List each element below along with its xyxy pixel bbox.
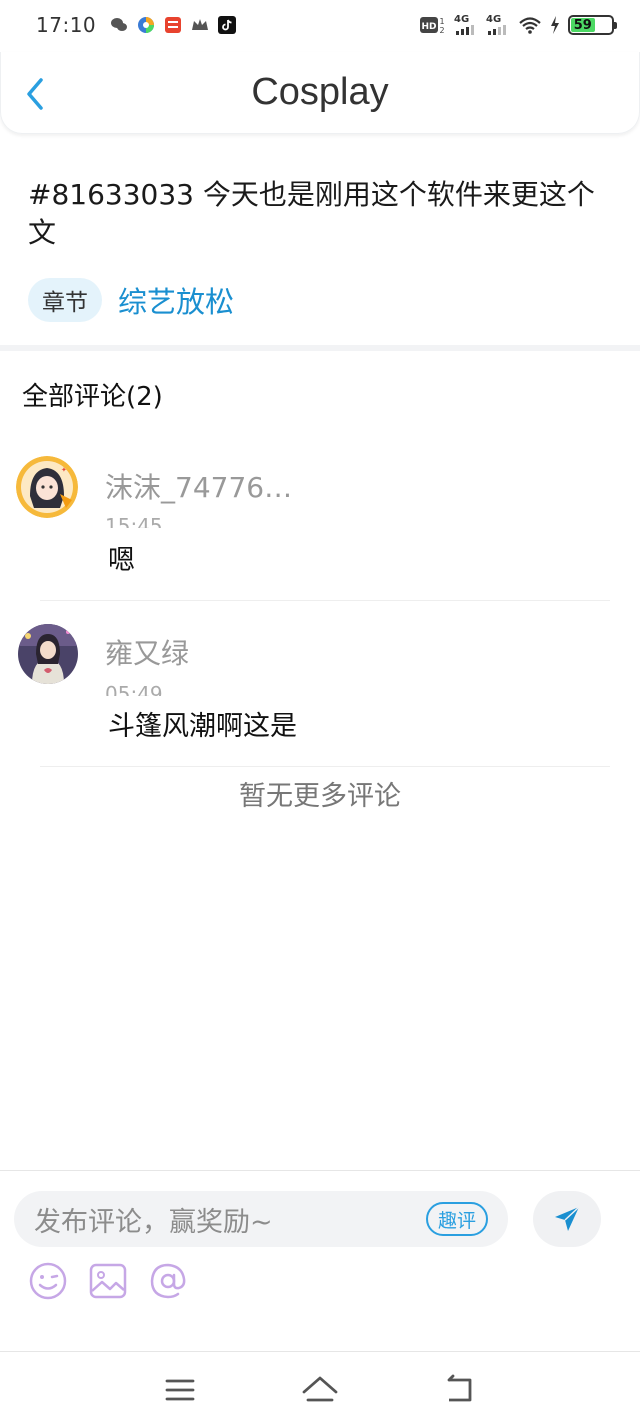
top-header: Cosplay	[0, 52, 640, 134]
wifi-icon	[519, 17, 541, 34]
avatar-image: ✦	[16, 456, 78, 518]
send-button[interactable]	[533, 1191, 601, 1247]
menu-icon[interactable]	[160, 1370, 200, 1410]
chapter-tag: 章节	[28, 278, 102, 322]
signal-1: 4G	[454, 15, 478, 35]
image-icon[interactable]	[88, 1261, 128, 1301]
no-more-comments: 暂无更多评论	[239, 781, 401, 812]
post-title: #81633033 今天也是刚用这个软件来更这个文	[28, 178, 595, 249]
comments-header: 全部评论(2)	[22, 382, 163, 412]
status-bar: 17:10 HD 1 2 4G 4G 59	[0, 0, 640, 50]
comment-input-panel: 发布评论，赢奖励~ 趣评	[0, 1170, 640, 1352]
comment-input-placeholder[interactable]: 发布评论，赢奖励~	[34, 1200, 426, 1239]
crown-icon	[192, 19, 209, 30]
network-1-label: 4G	[454, 14, 470, 25]
svg-text:2: 2	[439, 26, 444, 35]
comment-text: 斗篷风潮啊这是	[108, 711, 297, 742]
comment-time: 05:49	[105, 682, 163, 696]
status-right: HD 1 2 4G 4G 59	[420, 15, 617, 35]
comment-time: 15:45	[105, 514, 163, 528]
signal-bars-icon	[456, 25, 474, 35]
wechat-icon	[111, 18, 128, 31]
charging-icon	[551, 16, 559, 34]
status-time: 17:10	[36, 13, 97, 37]
browser-icon	[138, 17, 155, 33]
battery-indicator: 59	[568, 15, 617, 35]
svg-text:1: 1	[439, 17, 444, 26]
battery-level: 59	[571, 18, 595, 33]
back-icon[interactable]	[440, 1370, 480, 1410]
system-nav-bar	[0, 1352, 640, 1428]
comment-input[interactable]: 发布评论，赢奖励~ 趣评	[14, 1191, 508, 1247]
comment-text: 嗯	[108, 545, 135, 576]
input-tools	[28, 1261, 188, 1301]
comment-username[interactable]: 雍又绿	[105, 632, 189, 672]
emoji-icon[interactable]	[28, 1261, 68, 1301]
tiktok-icon	[218, 16, 237, 34]
signal-bars-icon	[488, 25, 506, 35]
comment-item: 雍又绿 05:49 斗篷风潮啊这是	[0, 600, 640, 767]
mention-icon[interactable]	[148, 1261, 188, 1301]
chapter-row: 章节 综艺放松	[28, 278, 234, 322]
network-2-label: 4G	[486, 14, 502, 25]
comment-item: ✦ 沫沫_74776… 15:45 嗯	[0, 450, 640, 601]
section-divider	[0, 345, 640, 351]
signal-2: 4G	[486, 15, 510, 35]
notification-icons	[110, 16, 237, 34]
svg-text:HD: HD	[421, 22, 436, 32]
svg-text:✦: ✦	[61, 466, 67, 474]
avatar-image	[18, 624, 78, 684]
app-icon	[165, 17, 182, 33]
chapter-link[interactable]: 综艺放松	[118, 279, 234, 321]
comment-username[interactable]: 沫沫_74776…	[105, 466, 292, 506]
send-icon	[555, 1206, 580, 1231]
comment-divider	[40, 766, 610, 767]
chevron-left-icon[interactable]	[21, 76, 51, 112]
hd-icon: HD12	[420, 17, 445, 35]
avatar[interactable]	[18, 624, 78, 684]
home-icon[interactable]	[300, 1370, 340, 1410]
page-title: Cosplay	[251, 71, 389, 113]
avatar[interactable]: ✦	[16, 456, 78, 518]
battery-tip	[614, 22, 617, 29]
fun-comment-button[interactable]: 趣评	[425, 1202, 488, 1236]
